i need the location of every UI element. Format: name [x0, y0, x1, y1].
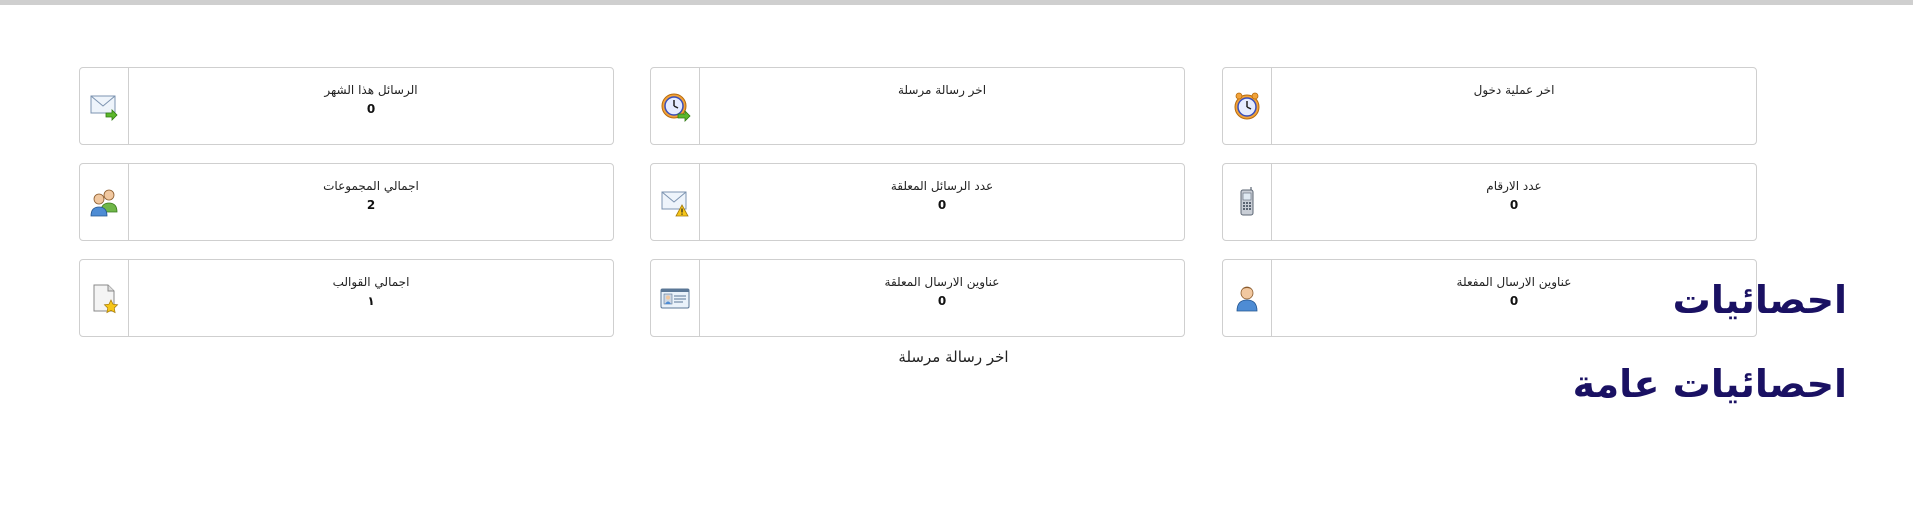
stat-card-pending-sender-ids: عناوين الارسال المعلقة 0	[650, 259, 1185, 337]
page-title: احصائيات	[1672, 278, 1847, 322]
last-sent-message-caption: اخر رسالة مرسلة	[898, 348, 1009, 366]
stat-card-total-templates: اجمالي القوالب ١	[79, 259, 614, 337]
stat-label: عناوين الارسال المعلقة	[884, 275, 1000, 289]
mail-warning-icon	[651, 164, 700, 240]
stat-card-last-sent-message: اخر رسالة مرسلة	[650, 67, 1185, 145]
top-bar	[0, 0, 1913, 5]
section-title: احصائيات عامة	[1572, 362, 1847, 406]
stat-card-pending-messages: عدد الرسائل المعلقة 0	[650, 163, 1185, 241]
stat-value: ١	[367, 294, 375, 308]
stat-label: اجمالي المجموعات	[323, 179, 419, 193]
stat-label: عدد الارقام	[1486, 179, 1542, 193]
stat-label: اخر عملية دخول	[1473, 83, 1555, 97]
user-icon	[1223, 260, 1272, 336]
document-star-icon	[80, 260, 129, 336]
id-card-icon	[651, 260, 700, 336]
stat-card-numbers-count: عدد الارقام 0	[1222, 163, 1757, 241]
stat-value: 0	[366, 102, 376, 116]
stat-value: 0	[937, 294, 947, 308]
stat-value: 2	[366, 198, 376, 212]
stat-card-last-login: اخر عملية دخول	[1222, 67, 1757, 145]
stat-label: الرسائل هذا الشهر	[324, 83, 418, 97]
stat-label: عدد الرسائل المعلقة	[890, 179, 994, 193]
stat-label: اجمالي القوالب	[332, 275, 410, 289]
stat-value: 0	[1509, 198, 1519, 212]
mobile-phone-icon	[1223, 164, 1272, 240]
stat-card-messages-this-month: الرسائل هذا الشهر 0	[79, 67, 614, 145]
clock-arrow-icon	[651, 68, 700, 144]
alarm-clock-icon	[1223, 68, 1272, 144]
stat-value: 0	[937, 198, 947, 212]
stat-label: اخر رسالة مرسلة	[897, 83, 987, 97]
users-group-icon	[80, 164, 129, 240]
stat-card-total-groups: اجمالي المجموعات 2	[79, 163, 614, 241]
mail-arrow-icon	[80, 68, 129, 144]
